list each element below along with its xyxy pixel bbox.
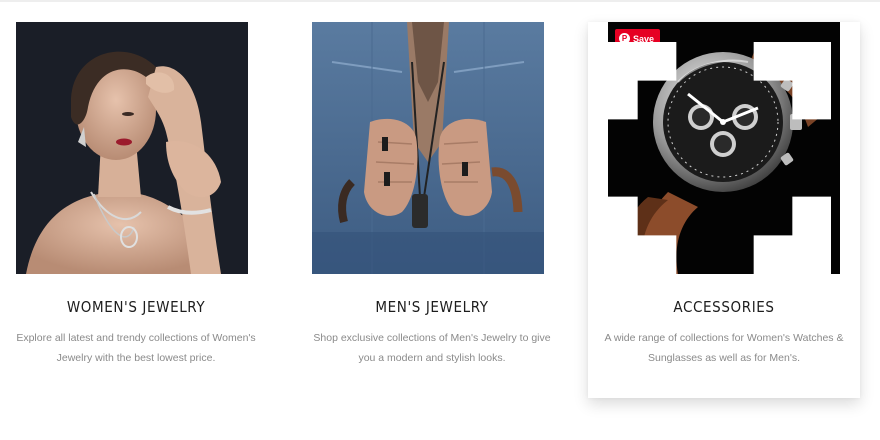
category-card-womens-jewelry[interactable]: WOMEN'S JEWELRY Explore all latest and t… [0,22,272,398]
category-description: Explore all latest and trendy collection… [16,332,256,364]
category-description: A wide range of collections for Women's … [604,332,844,364]
man-jewelry-photo [312,22,544,274]
fullscreen-expand-icon[interactable] [608,32,831,274]
woman-jewelry-photo [16,22,248,274]
womens-jewelry-image[interactable] [16,22,248,274]
top-divider [0,0,880,2]
mens-jewelry-image[interactable] [312,22,544,274]
category-title[interactable]: MEN'S JEWELRY [296,298,568,316]
category-card-mens-jewelry[interactable]: MEN'S JEWELRY Shop exclusive collections… [296,22,568,398]
category-title[interactable]: WOMEN'S JEWELRY [0,298,272,316]
accessories-image[interactable]: P Save [608,22,840,274]
category-card-accessories[interactable]: P Save ACCESSORIES A wide range of colle… [588,22,860,398]
category-title[interactable]: ACCESSORIES [588,298,860,316]
category-description: Shop exclusive collections of Men's Jewe… [313,332,551,364]
